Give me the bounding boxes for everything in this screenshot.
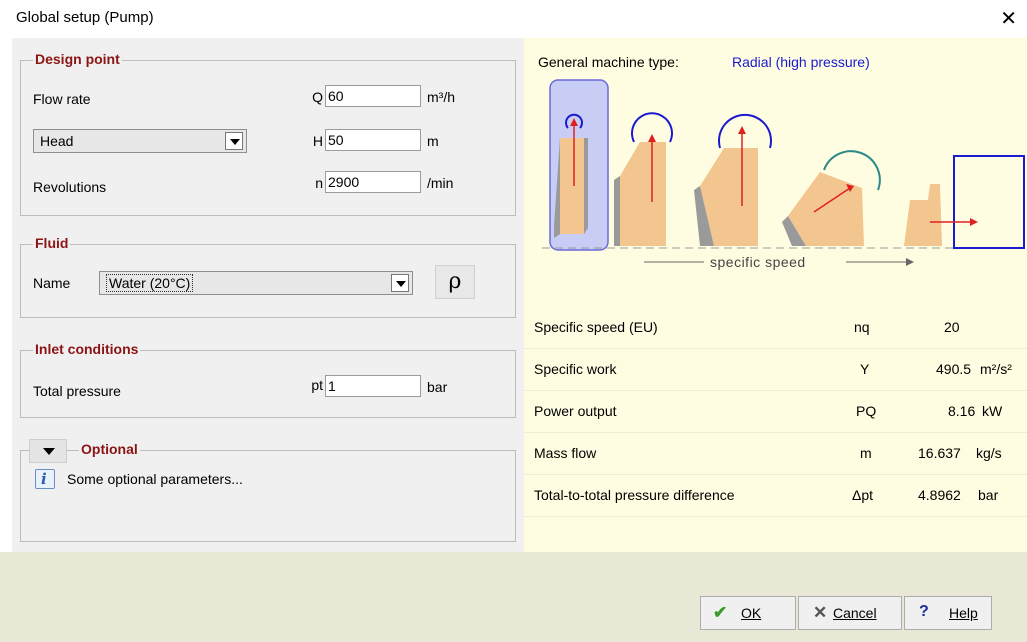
result-value: 490.5 [936, 361, 972, 377]
fluid-name-label: Name [33, 275, 71, 291]
info-icon: i [35, 469, 55, 489]
total-pressure-symbol: pt [311, 377, 323, 393]
result-symbol: Δpt [852, 487, 874, 503]
design-point-group: Design point Flow rate Q m³/h Head H m R… [20, 51, 516, 216]
head-select-value: Head [40, 133, 74, 149]
result-value: 8.16 [948, 403, 976, 419]
fluid-legend: Fluid [33, 235, 71, 251]
revolutions-input[interactable] [325, 171, 421, 193]
total-pressure-label: Total pressure [33, 383, 121, 399]
machine-type-label: General machine type: [538, 54, 679, 70]
impeller-3-shape [694, 113, 772, 246]
help-button[interactable]: ? Help [904, 596, 992, 630]
input-panel: Design point Flow rate Q m³/h Head H m R… [12, 38, 524, 552]
head-select[interactable]: Head [33, 129, 247, 153]
result-name: Mass flow [534, 445, 597, 461]
flow-rate-unit: m³/h [427, 89, 455, 105]
machine-info-panel: General machine type: Radial (high press… [524, 38, 1027, 552]
result-row: Specific speed (EU) nq 20 [524, 307, 1027, 349]
button-bar: ✔ OK ✕ Cancel ? Help [0, 552, 1027, 642]
result-value: 16.637 [918, 445, 961, 461]
head-unit: m [427, 133, 439, 149]
result-name: Specific speed (EU) [534, 319, 658, 335]
checkmark-icon: ✔ [713, 603, 728, 622]
expand-optional-button[interactable] [29, 439, 67, 463]
ok-label: OK [741, 605, 762, 621]
flow-rate-input[interactable] [325, 85, 421, 107]
result-row: Mass flow m 16.637 kg/s [524, 433, 1027, 475]
result-name: Power output [534, 403, 617, 419]
window-title: Global setup (Pump) [16, 9, 154, 26]
machine-type-value: Radial (high pressure) [732, 54, 870, 70]
title-bar: Global setup (Pump) ✕ [0, 0, 1027, 38]
result-unit: bar [978, 487, 999, 503]
result-row: Power output PQ 8.16 kW [524, 391, 1027, 433]
ok-button[interactable]: ✔ OK [700, 596, 796, 630]
result-value: 4.8962 [918, 487, 961, 503]
result-row: Specific work Y 490.5 m²/s² [524, 349, 1027, 391]
cross-icon: ✕ [813, 603, 828, 622]
question-icon: ? [919, 603, 929, 620]
axis-arrowhead [906, 258, 914, 266]
fluid-group: Fluid Name Water (20°C) ρ [20, 235, 516, 318]
design-point-legend: Design point [33, 51, 122, 67]
optional-info-text: Some optional parameters... [67, 471, 243, 487]
result-unit: kg/s [976, 445, 1002, 461]
result-unit: kW [982, 403, 1003, 419]
cancel-button[interactable]: ✕ Cancel [798, 596, 902, 630]
result-symbol: PQ [856, 403, 877, 419]
chevron-down-icon[interactable] [391, 274, 409, 292]
revolutions-unit: /min [427, 175, 454, 191]
impeller-5-shape [904, 155, 1025, 249]
result-symbol: m [860, 445, 872, 461]
help-label: Help [949, 605, 978, 621]
impeller-2-shape [614, 112, 673, 246]
fluid-select-value: Water (20°C) [106, 274, 194, 292]
close-icon[interactable]: ✕ [1000, 6, 1017, 31]
inlet-conditions-legend: Inlet conditions [33, 341, 141, 357]
fluid-select[interactable]: Water (20°C) [99, 271, 413, 295]
machine-type-diagram[interactable] [524, 76, 1027, 284]
total-pressure-unit: bar [427, 379, 448, 395]
result-name: Specific work [534, 361, 617, 377]
result-unit: m²/s² [980, 361, 1012, 377]
total-pressure-input[interactable] [325, 375, 421, 397]
result-value: 20 [944, 319, 960, 335]
revolutions-symbol: n [315, 175, 323, 191]
cancel-label: Cancel [833, 605, 877, 621]
inlet-conditions-group: Inlet conditions Total pressure pt bar [20, 341, 516, 418]
triangle-down-icon [43, 448, 55, 455]
chevron-down-icon[interactable] [225, 132, 243, 150]
optional-legend: Optional [79, 441, 140, 457]
specific-speed-axis-label: specific speed [710, 254, 806, 270]
result-symbol: Y [860, 361, 870, 377]
density-button[interactable]: ρ [435, 265, 475, 299]
head-input[interactable] [325, 129, 421, 151]
revolutions-label: Revolutions [33, 179, 107, 195]
flow-rate-symbol: Q [312, 89, 323, 105]
result-row: Total-to-total pressure difference Δpt 4… [524, 475, 1027, 517]
result-name: Total-to-total pressure difference [534, 487, 735, 503]
flow-rate-label: Flow rate [33, 91, 91, 107]
optional-group: Optional i Some optional parameters... [20, 439, 516, 542]
result-symbol: nq [854, 319, 870, 335]
impeller-4-shape [782, 150, 881, 246]
head-symbol: H [312, 133, 323, 149]
